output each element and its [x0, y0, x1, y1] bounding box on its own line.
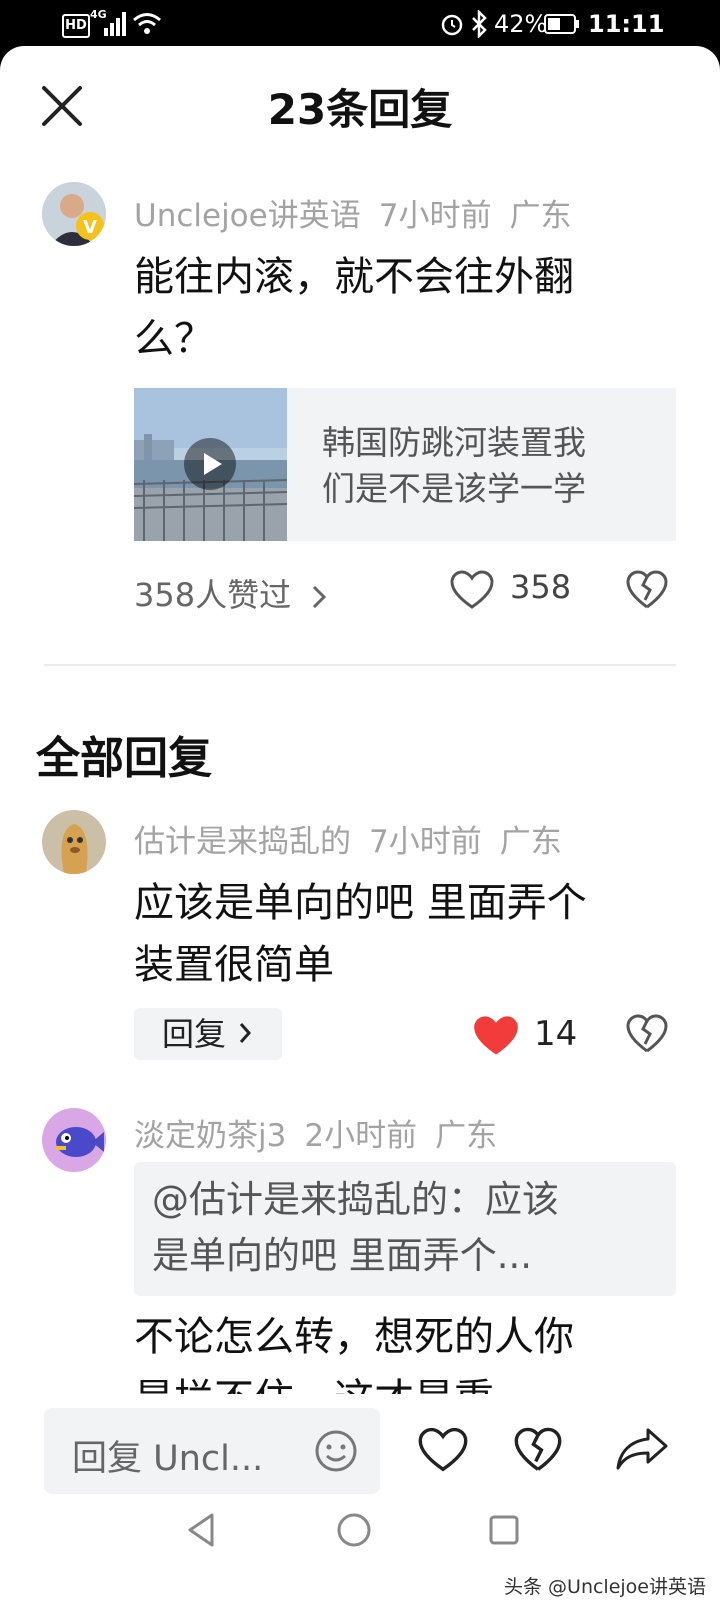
author-name[interactable]: Unclejoe讲英语 — [134, 198, 361, 234]
video-title: 韩国防跳河装置我 们是不是该学一学 — [322, 420, 642, 512]
alarm-icon — [440, 12, 464, 36]
quoted-text: @估计是来捣乱的：应该 是单向的吧 里面弄个... — [152, 1172, 662, 1284]
bluetooth-icon — [470, 10, 488, 38]
play-icon[interactable] — [184, 438, 236, 490]
like-button[interactable] — [472, 1014, 520, 1058]
author-name[interactable]: 淡定奶茶j3 — [134, 1118, 286, 1154]
broken-heart-icon — [514, 1427, 562, 1471]
recents-nav-icon[interactable] — [488, 1514, 520, 1546]
4g-signal-icon: 4G — [90, 8, 130, 38]
reply-button-label: 回复 — [162, 1015, 227, 1053]
dislike-button[interactable] — [514, 1427, 562, 1473]
broken-heart-icon — [626, 1014, 668, 1053]
divider — [44, 664, 676, 666]
comment-text-line: 能往内滚，就不会往外翻 — [134, 254, 574, 300]
heart-icon — [418, 1427, 468, 1472]
reply-time: 2小时前 — [304, 1118, 418, 1154]
dislike-button[interactable] — [626, 570, 668, 610]
page-title: 23条回复 — [267, 85, 453, 134]
wifi-icon — [132, 12, 162, 36]
avatar[interactable] — [42, 810, 106, 874]
video-title-line: 韩国防跳河装置我 — [322, 423, 586, 462]
share-icon — [616, 1428, 668, 1470]
reply-input[interactable]: 回复 Uncl... — [44, 1408, 380, 1494]
clock: 11:11 — [588, 10, 665, 38]
comment-time: 7小时前 — [378, 198, 492, 234]
battery-percent: 42% — [494, 10, 548, 38]
author-name[interactable]: 估计是来捣乱的 — [134, 824, 351, 860]
reply-text-line: 装置很简单 — [134, 942, 334, 988]
chevron-right-icon — [238, 1021, 252, 1045]
reply-text-line: 不论怎么转，想死的人你 — [134, 1314, 574, 1360]
like-count: 358 — [510, 568, 572, 606]
comment-meta: Unclejoe讲英语 7小时前 广东 — [134, 190, 589, 235]
reply-location: 广东 — [499, 824, 562, 860]
quoted-text-line: 是单向的吧 里面弄个... — [152, 1234, 533, 1277]
avatar[interactable]: V — [42, 182, 106, 246]
reply-input-placeholder: 回复 Uncl... — [72, 1439, 264, 1479]
like-count: 14 — [534, 1014, 578, 1054]
like-button[interactable] — [418, 1427, 468, 1473]
back-nav-icon[interactable] — [186, 1512, 218, 1548]
status-bar: HD 4G 42% 11:11 — [0, 0, 720, 48]
section-title: 全部回复 — [36, 733, 212, 784]
reply-meta: 估计是来捣乱的 7小时前 广东 — [134, 816, 580, 861]
quoted-text-line: @估计是来捣乱的：应该 — [152, 1178, 559, 1221]
reply-button[interactable]: 回复 — [134, 1008, 282, 1060]
battery-icon — [544, 14, 580, 34]
reply-text: 应该是单向的吧 里面弄个 装置很简单 — [134, 872, 587, 996]
like-button[interactable] — [450, 570, 494, 610]
video-thumbnail — [134, 388, 287, 541]
broken-heart-icon — [626, 570, 668, 609]
video-card[interactable]: 韩国防跳河装置我 们是不是该学一学 — [134, 388, 676, 541]
reply-bar: 回复 Uncl... — [0, 1394, 720, 1504]
video-title-line: 们是不是该学一学 — [322, 469, 586, 508]
liked-by-link[interactable]: 358人赞过 — [134, 570, 327, 616]
comment-text-line: 么？ — [134, 316, 214, 362]
emoji-icon[interactable] — [314, 1429, 358, 1473]
hd-icon: HD — [62, 14, 90, 38]
avatar[interactable] — [42, 1108, 106, 1172]
share-button[interactable] — [614, 1424, 670, 1474]
comment-text: 能往内滚，就不会往外翻 么？ — [134, 246, 574, 370]
chevron-right-icon — [311, 584, 327, 610]
liked-by-text: 358人赞过 — [134, 576, 292, 614]
heart-icon — [450, 570, 494, 609]
quoted-reply[interactable]: @估计是来捣乱的：应该 是单向的吧 里面弄个... — [134, 1162, 676, 1296]
reply-time: 7小时前 — [369, 824, 482, 860]
dislike-button[interactable] — [626, 1014, 668, 1054]
svg-text:V: V — [83, 217, 97, 238]
reply-location: 广东 — [435, 1118, 498, 1154]
heart-filled-icon — [474, 1016, 518, 1055]
reply-meta: 淡定奶茶j3 2小时前 广东 — [134, 1110, 515, 1155]
comment-location: 广东 — [509, 198, 572, 234]
watermark: 头条 @Unclejoe讲英语 — [504, 1576, 706, 1598]
reply-text-line: 应该是单向的吧 里面弄个 — [134, 880, 587, 926]
home-nav-icon[interactable] — [336, 1512, 372, 1548]
